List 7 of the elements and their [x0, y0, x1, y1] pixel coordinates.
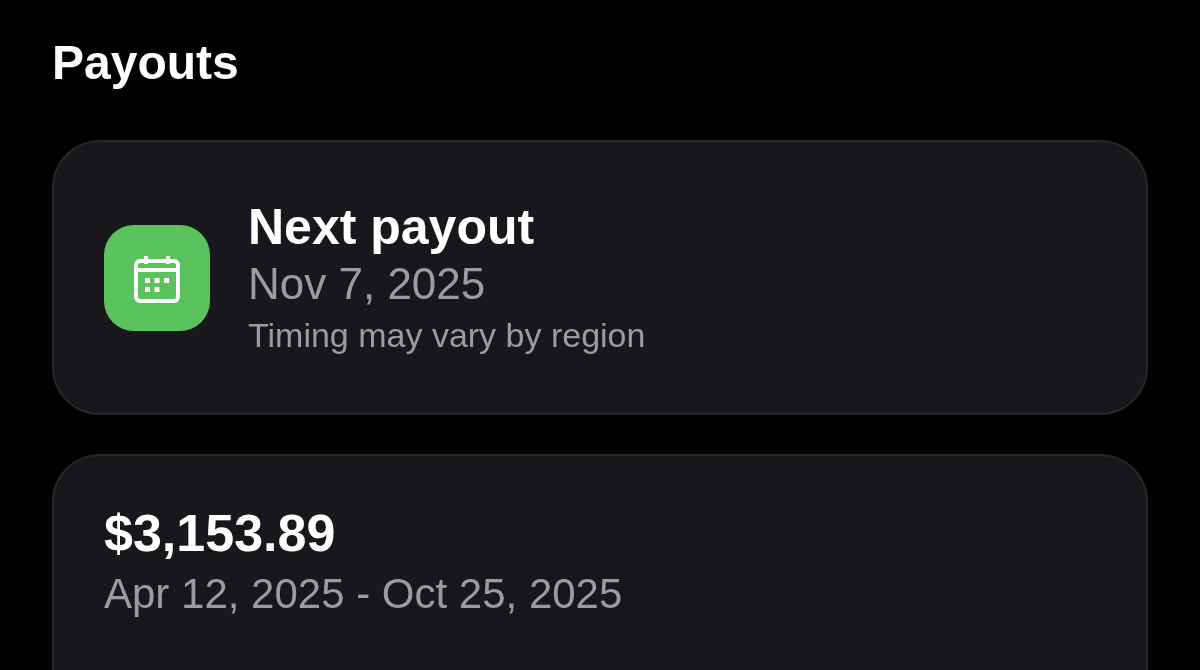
timing-note: Timing may vary by region: [248, 314, 646, 356]
payout-amount: $3,153.89: [104, 503, 336, 564]
page-title: Payouts: [52, 35, 239, 91]
card-title: Next payout: [248, 197, 535, 257]
calendar-icon: [104, 224, 210, 331]
payout-date: Nov 7, 2025: [248, 257, 486, 310]
payout-period: Apr 12, 2025 - Oct 25, 2025: [104, 569, 623, 619]
